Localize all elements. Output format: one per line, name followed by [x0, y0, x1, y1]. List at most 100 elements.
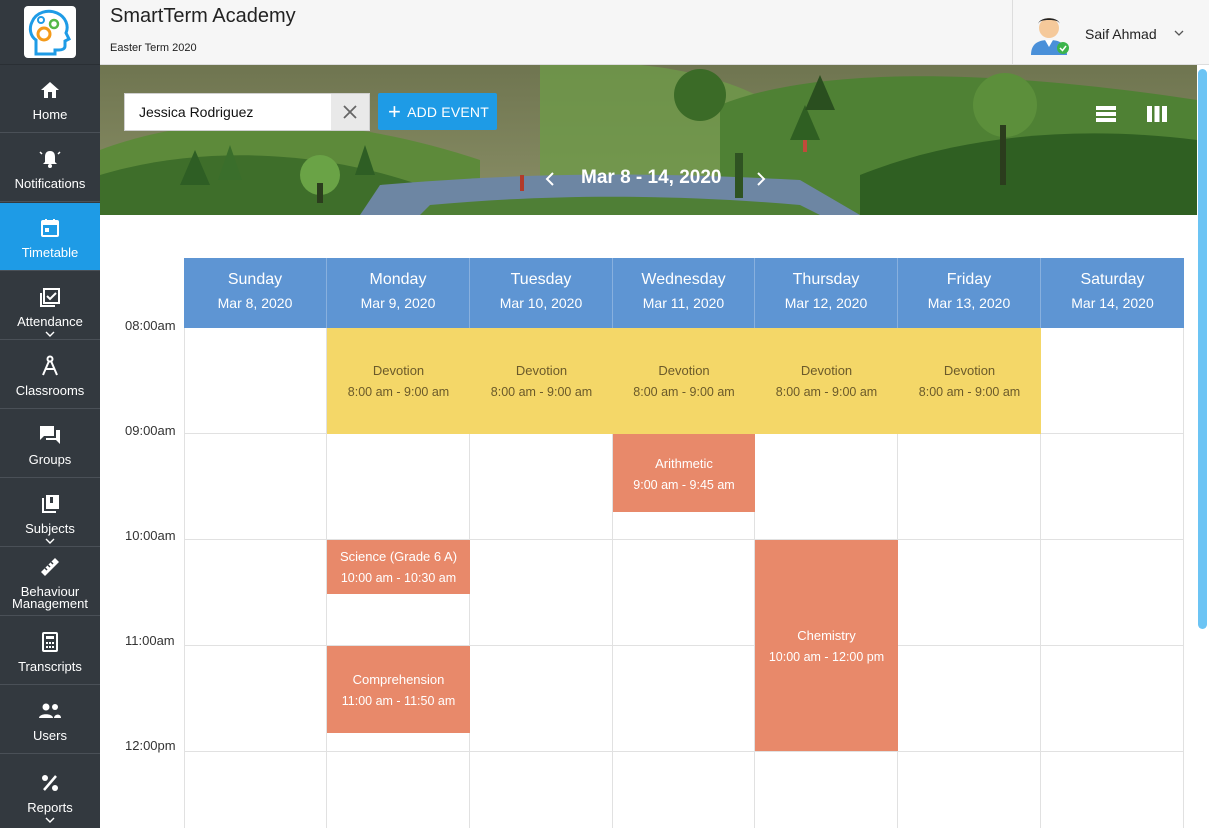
sidebar-item-label: Reports — [27, 799, 73, 815]
day-header-monday[interactable]: Monday Mar 9, 2020 — [327, 258, 470, 328]
percent-icon — [40, 770, 60, 796]
close-icon — [343, 105, 357, 119]
event-devotion-wednesday[interactable]: Devotion 8:00 am - 9:00 am — [613, 328, 755, 434]
event-devotion-monday[interactable]: Devotion 8:00 am - 9:00 am — [327, 328, 470, 434]
chevron-down-icon — [45, 331, 55, 337]
day-date: Mar 10, 2020 — [499, 295, 583, 311]
day-date: Mar 11, 2020 — [642, 295, 725, 311]
sidebar-item-transcripts[interactable]: Transcripts — [0, 617, 100, 685]
sidebar-item-notifications[interactable]: Notifications — [0, 134, 100, 202]
list-view-icon[interactable] — [1095, 105, 1117, 123]
event-title: Devotion — [515, 363, 568, 378]
ruler-icon — [39, 554, 61, 580]
user-menu[interactable]: Saif Ahmad — [1012, 0, 1209, 65]
event-title: Devotion — [658, 363, 710, 378]
sidebar-item-groups[interactable]: Groups — [0, 410, 100, 478]
users-icon — [38, 698, 62, 724]
app-logo[interactable] — [24, 6, 76, 58]
user-name: Saif Ahmad — [1085, 26, 1157, 42]
day-name: Monday — [369, 271, 427, 288]
event-time: 8:00 am - 9:00 am — [347, 385, 450, 399]
day-date: Mar 13, 2020 — [927, 295, 1011, 311]
event-chemistry[interactable]: Chemistry 10:00 am - 12:00 pm — [755, 540, 898, 751]
chevron-down-icon — [45, 817, 55, 823]
sidebar-item-users[interactable]: Users — [0, 686, 100, 754]
sidebar-item-attendance[interactable]: Attendance — [0, 272, 100, 340]
sidebar-item-label: Transcripts — [18, 658, 82, 674]
day-header-wednesday[interactable]: Wednesday Mar 11, 2020 — [613, 258, 755, 328]
calendar-check-icon — [39, 284, 61, 310]
add-event-button[interactable]: + ADD EVENT — [378, 93, 497, 130]
sidebar-item-subjects[interactable]: Subjects — [0, 479, 100, 547]
day-date: Mar 14, 2020 — [1071, 295, 1154, 311]
event-time: 8:00 am - 9:00 am — [775, 385, 878, 399]
event-title: Chemistry — [797, 628, 856, 643]
event-devotion-friday[interactable]: Devotion 8:00 am - 9:00 am — [898, 328, 1041, 434]
chevron-right-icon[interactable] — [755, 171, 767, 187]
week-view-icon[interactable] — [1146, 105, 1168, 123]
sidebar-item-classrooms[interactable]: Classrooms — [0, 341, 100, 409]
day-name: Tuesday — [510, 271, 572, 288]
clear-search-button[interactable] — [331, 94, 369, 130]
week-navigator: Mar 8 - 14, 2020 — [540, 165, 770, 195]
sidebar-item-timetable[interactable]: Timetable — [0, 203, 100, 271]
event-time: 8:00 am - 9:00 am — [633, 385, 735, 399]
event-devotion-thursday[interactable]: Devotion 8:00 am - 9:00 am — [755, 328, 898, 434]
day-gridline — [1183, 328, 1184, 828]
day-header-saturday[interactable]: Saturday Mar 14, 2020 — [1041, 258, 1184, 328]
time-label: 12:00pm — [125, 738, 176, 753]
sidebar-item-label: Subjects — [25, 520, 75, 536]
sidebar-item-behaviour-management[interactable]: Behaviour Management — [0, 548, 100, 616]
sidebar-item-reports[interactable]: Reports — [0, 755, 100, 828]
logo-area — [0, 0, 100, 65]
day-header-thursday[interactable]: Thursday Mar 12, 2020 — [755, 258, 898, 328]
timetable-banner: + ADD EVENT Mar 8 - 14, 2020 — [100, 65, 1197, 215]
event-time: 11:00 am - 11:50 am — [341, 694, 456, 708]
event-title: Devotion — [800, 363, 853, 378]
avatar — [1031, 18, 1069, 55]
top-header: SmartTerm Academy Easter Term 2020 Saif … — [100, 0, 1209, 65]
chat-icon — [39, 422, 61, 448]
event-time: 8:00 am - 9:00 am — [918, 385, 1021, 399]
sidebar: Home Notifications Timetable Attendance … — [0, 0, 100, 828]
event-title: Devotion — [943, 363, 996, 378]
day-header-friday[interactable]: Friday Mar 13, 2020 — [898, 258, 1041, 328]
event-comprehension[interactable]: Comprehension 11:00 am - 11:50 am — [327, 646, 470, 733]
sidebar-item-label: Home — [32, 106, 68, 122]
sidebar-item-label: Users — [33, 727, 67, 743]
chevron-down-icon[interactable] — [1173, 29, 1185, 37]
chevron-left-icon[interactable] — [544, 171, 556, 187]
week-calendar: Sunday Mar 8, 2020 Monday Mar 9, 2020 Tu… — [100, 215, 1197, 828]
term-name: Easter Term 2020 — [110, 42, 197, 54]
chevron-down-icon — [45, 538, 55, 544]
event-devotion-tuesday[interactable]: Devotion 8:00 am - 9:00 am — [470, 328, 613, 434]
event-title: Arithmetic — [655, 456, 713, 471]
compass-icon — [40, 353, 60, 379]
event-time: 9:00 am - 9:45 am — [633, 478, 735, 492]
day-name: Saturday — [1080, 271, 1145, 288]
time-label: 10:00am — [125, 528, 176, 543]
scrollbar[interactable] — [1197, 65, 1209, 828]
scrollbar-thumb[interactable] — [1198, 69, 1207, 629]
day-name: Friday — [946, 271, 992, 288]
sidebar-item-home[interactable]: Home — [0, 65, 100, 133]
calendar-icon — [40, 215, 60, 241]
bell-icon — [39, 146, 61, 172]
day-date: Mar 12, 2020 — [784, 295, 868, 311]
hour-gridline — [184, 751, 1184, 752]
event-title: Science (Grade 6 A) — [339, 549, 458, 564]
plus-icon: + — [388, 98, 402, 124]
event-time: 8:00 am - 9:00 am — [490, 385, 593, 399]
search-input[interactable] — [125, 94, 331, 130]
event-science[interactable]: Science (Grade 6 A) 10:00 am - 10:30 am — [327, 540, 470, 594]
sidebar-item-label: Groups — [28, 451, 72, 467]
event-arithmetic[interactable]: Arithmetic 9:00 am - 9:45 am — [613, 434, 755, 512]
day-header-sunday[interactable]: Sunday Mar 8, 2020 — [184, 258, 327, 328]
search-field — [124, 93, 370, 131]
book-icon — [40, 491, 60, 517]
day-date: Mar 8, 2020 — [217, 295, 293, 311]
sidebar-item-label: Attendance — [17, 313, 83, 329]
time-label: 08:00am — [125, 318, 176, 333]
day-header-tuesday[interactable]: Tuesday Mar 10, 2020 — [470, 258, 613, 328]
event-title: Comprehension — [352, 672, 445, 687]
